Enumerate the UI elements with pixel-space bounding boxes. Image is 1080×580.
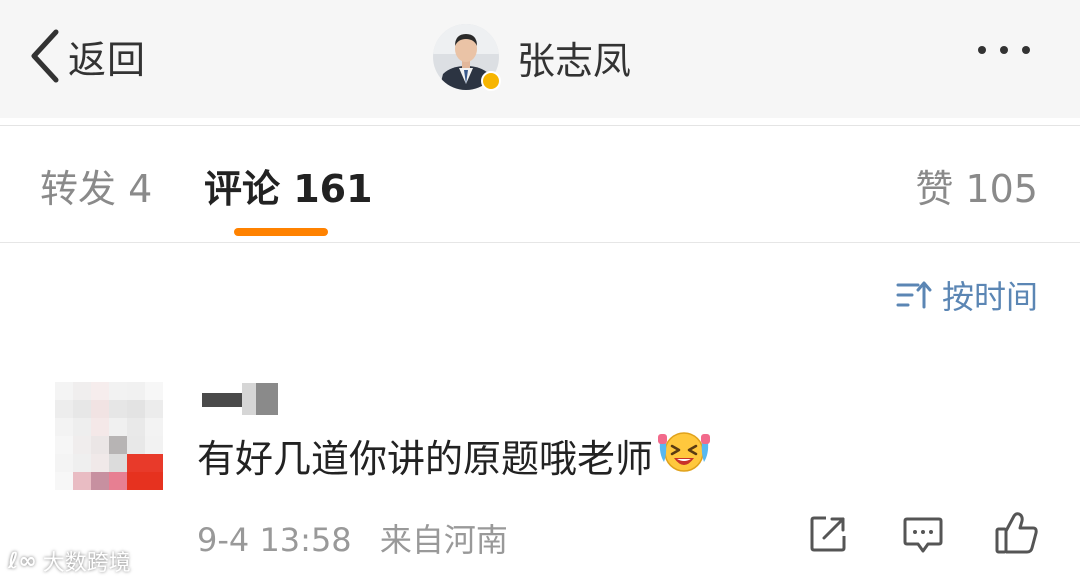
more-dots-icon bbox=[1022, 46, 1030, 54]
top-nav-bar: 返回 张志凤 bbox=[0, 0, 1080, 118]
sort-label: 按时间 bbox=[941, 278, 1038, 316]
sort-icon bbox=[896, 281, 932, 309]
back-button[interactable]: 返回 bbox=[28, 24, 146, 88]
comment-meta: 9-4 13:58 来自河南 bbox=[197, 515, 508, 561]
thumbs-up-icon bbox=[995, 512, 1038, 554]
avatar[interactable] bbox=[433, 24, 501, 91]
watermark: ℓ∞ 大数跨境 bbox=[8, 545, 131, 577]
page-title: 张志凤 bbox=[517, 38, 632, 83]
commenter-name[interactable] bbox=[202, 383, 278, 415]
share-icon bbox=[810, 516, 846, 552]
active-tab-indicator bbox=[234, 228, 328, 236]
comment-body: 有好几道你讲的原题哦老师 bbox=[197, 428, 711, 483]
share-button[interactable] bbox=[808, 514, 848, 558]
profile-title[interactable]: 张志凤 bbox=[433, 22, 631, 92]
tab-repost[interactable]: 转发 4 bbox=[40, 158, 152, 213]
comment-timestamp: 9-4 13:58 bbox=[197, 521, 352, 559]
tab-like[interactable]: 赞 105 bbox=[915, 158, 1038, 213]
sort-by-time-button[interactable]: 按时间 bbox=[896, 272, 1038, 318]
chevron-left-icon bbox=[31, 29, 59, 83]
comment-source: 来自河南 bbox=[379, 521, 508, 559]
back-label: 返回 bbox=[68, 37, 147, 82]
laughing-tears-emoji-icon bbox=[657, 428, 711, 483]
tab-comment[interactable]: 评论 161 bbox=[204, 158, 373, 213]
comment-text: 有好几道你讲的原题哦老师 bbox=[197, 437, 654, 481]
comment-icon bbox=[903, 517, 943, 553]
more-dots-icon bbox=[978, 46, 986, 54]
tab-bar: 转发 4 评论 161 赞 105 bbox=[0, 125, 1080, 243]
more-button[interactable] bbox=[978, 46, 1030, 54]
watermark-logo-icon: ℓ∞ bbox=[8, 548, 37, 574]
commenter-avatar[interactable] bbox=[55, 382, 167, 494]
more-dots-icon bbox=[1000, 46, 1008, 54]
like-button[interactable] bbox=[994, 510, 1040, 560]
verified-badge-icon bbox=[481, 71, 501, 91]
watermark-text: 大数跨境 bbox=[42, 551, 131, 576]
reply-button[interactable] bbox=[902, 514, 944, 560]
